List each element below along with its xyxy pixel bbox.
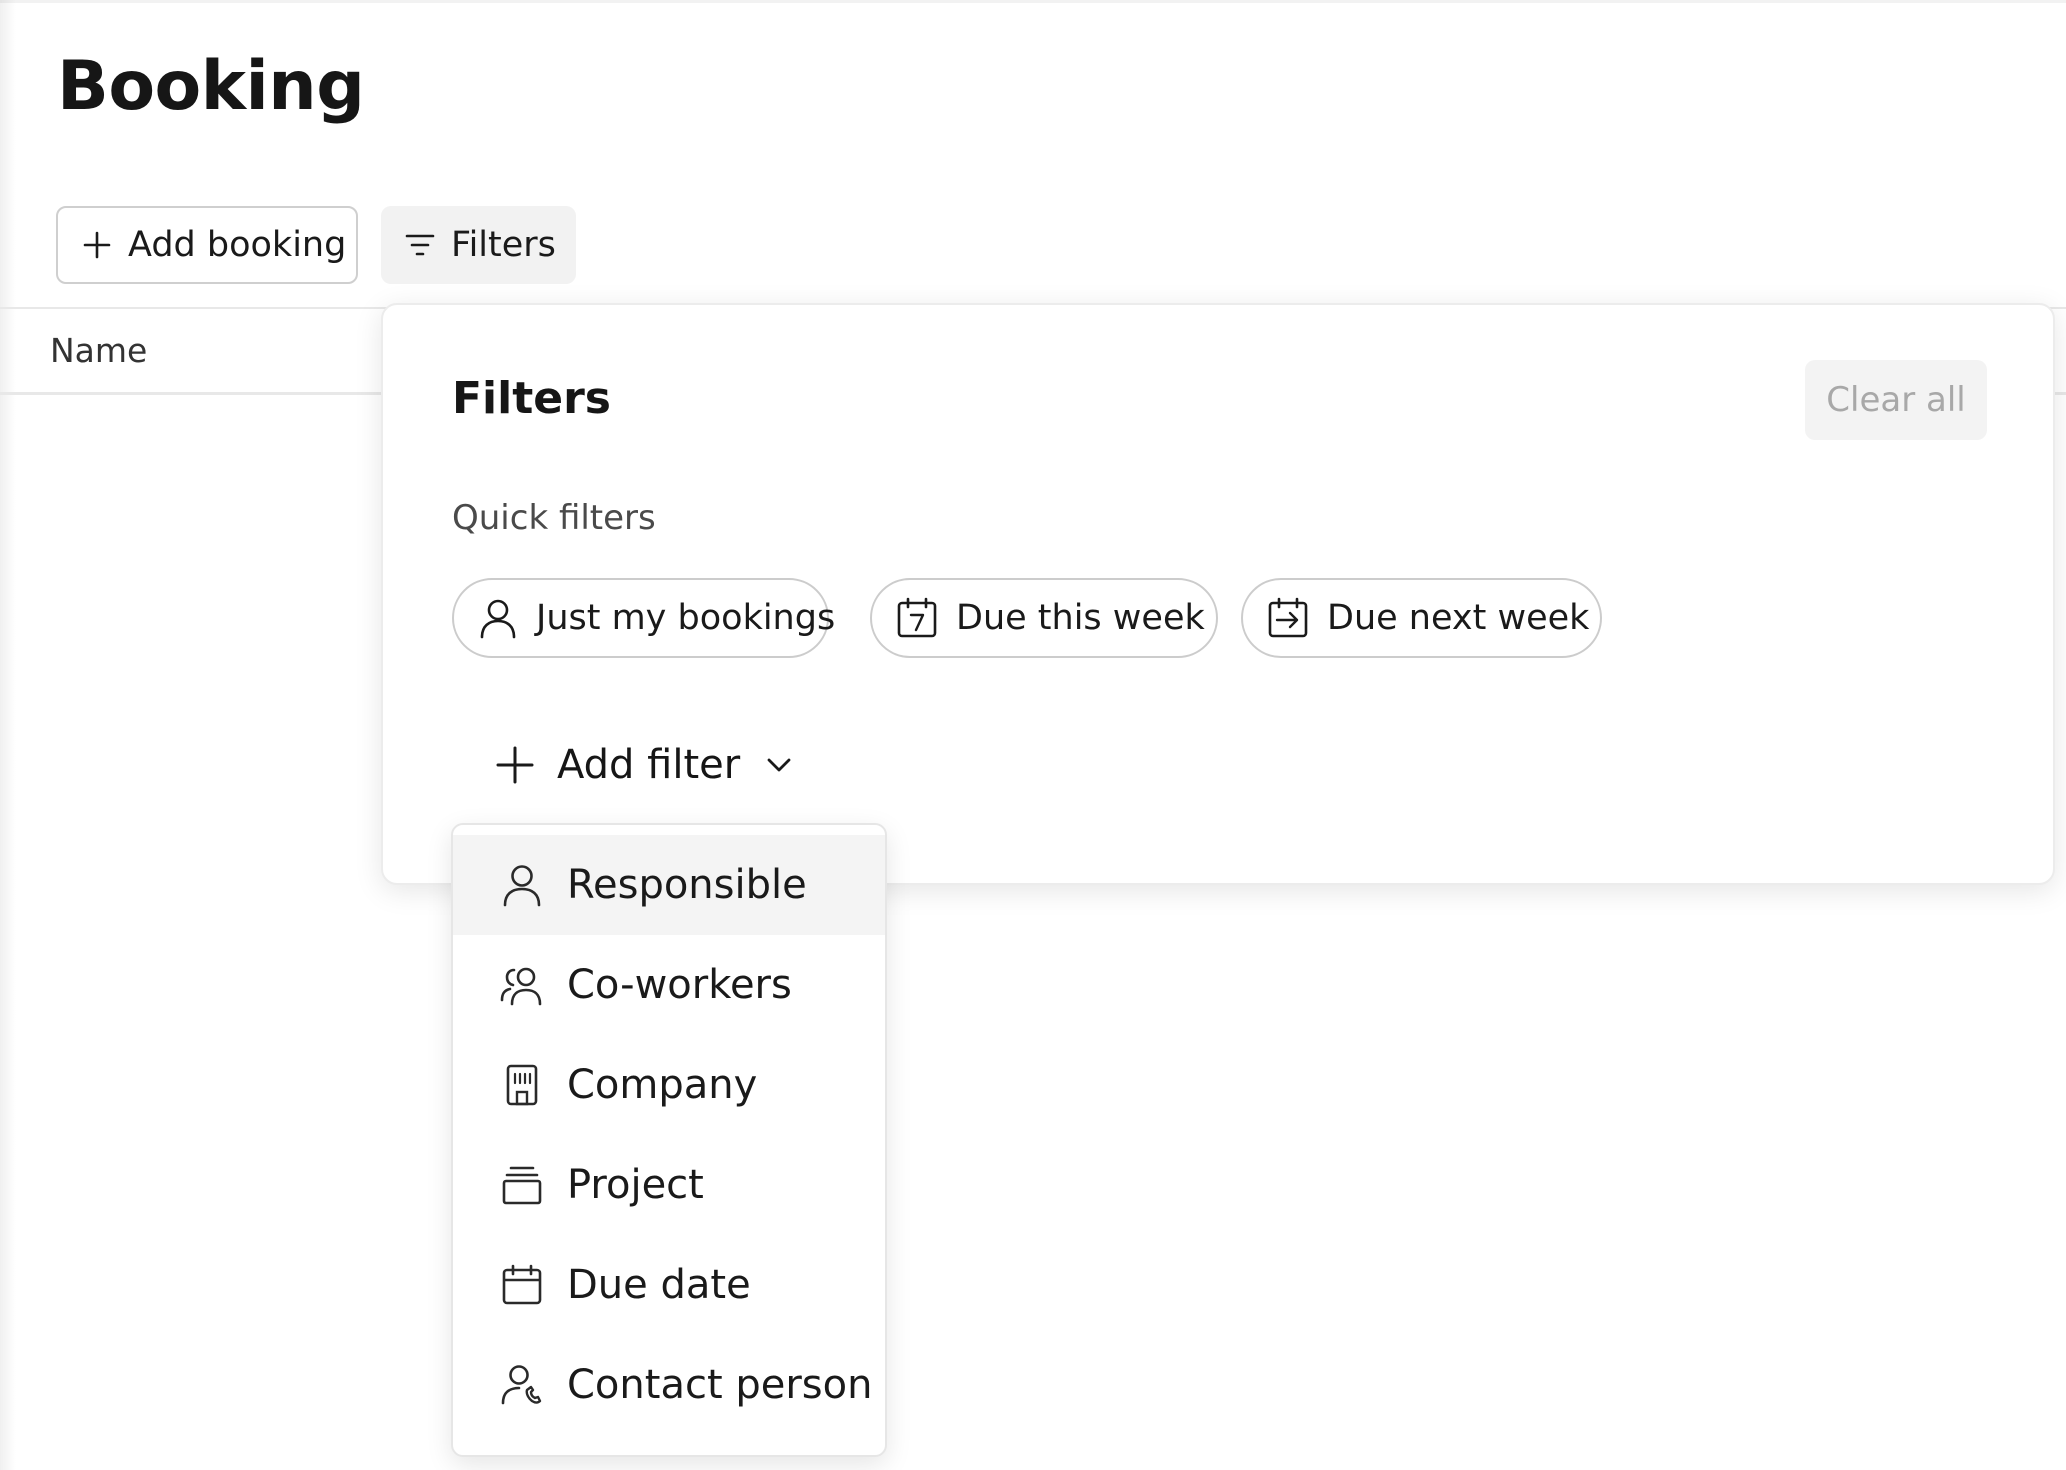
quick-filters-label: Quick filters xyxy=(452,498,656,538)
chip-label: Just my bookings xyxy=(536,598,836,638)
chip-label: Due next week xyxy=(1327,598,1590,638)
menu-item-label: Co-workers xyxy=(567,962,792,1008)
calendar-7-icon xyxy=(896,597,938,639)
menu-item-co-workers[interactable]: Co-workers xyxy=(453,935,885,1035)
menu-item-label: Contact person xyxy=(567,1362,873,1408)
users-icon xyxy=(499,964,545,1006)
menu-item-company[interactable]: Company xyxy=(453,1035,885,1135)
menu-item-label: Company xyxy=(567,1062,758,1108)
filters-button[interactable]: Filters xyxy=(381,206,576,284)
filters-panel: Filters Clear all Quick filters Just my … xyxy=(381,303,2055,885)
project-stack-icon xyxy=(499,1164,545,1206)
add-filter-label: Add filter xyxy=(557,742,741,788)
quick-filter-due-this-week[interactable]: Due this week xyxy=(870,578,1218,658)
plus-icon xyxy=(495,745,535,785)
building-icon xyxy=(499,1063,545,1107)
filters-label: Filters xyxy=(451,225,556,265)
menu-item-label: Responsible xyxy=(567,862,807,908)
menu-item-project[interactable]: Project xyxy=(453,1135,885,1235)
clear-all-button[interactable]: Clear all xyxy=(1805,360,1987,440)
user-icon xyxy=(478,597,518,639)
page-edge-shadow xyxy=(0,0,16,1470)
chip-label: Due this week xyxy=(956,598,1205,638)
add-filter-menu: Responsible Co-workers Company Project D… xyxy=(451,823,887,1457)
page-title: Booking xyxy=(57,47,365,126)
contact-person-icon xyxy=(499,1363,545,1407)
calendar-arrow-icon xyxy=(1267,597,1309,639)
menu-item-responsible[interactable]: Responsible xyxy=(453,835,885,935)
menu-item-due-date[interactable]: Due date xyxy=(453,1235,885,1335)
page-top-edge xyxy=(0,0,2066,3)
add-booking-button[interactable]: Add booking xyxy=(56,206,358,284)
user-icon xyxy=(499,863,545,907)
menu-item-label: Due date xyxy=(567,1262,751,1308)
filter-lines-icon xyxy=(405,232,435,258)
menu-item-label: Project xyxy=(567,1162,704,1208)
plus-icon xyxy=(82,230,112,260)
calendar-icon xyxy=(499,1264,545,1306)
filters-panel-title: Filters xyxy=(452,373,611,424)
column-header-name[interactable]: Name xyxy=(50,331,147,370)
menu-item-contact-person[interactable]: Contact person xyxy=(453,1335,885,1435)
chevron-down-icon xyxy=(766,757,792,773)
add-filter-button[interactable]: Add filter xyxy=(495,725,792,805)
add-booking-label: Add booking xyxy=(128,225,347,265)
quick-filter-due-next-week[interactable]: Due next week xyxy=(1241,578,1602,658)
quick-filter-just-my-bookings[interactable]: Just my bookings xyxy=(452,578,835,658)
